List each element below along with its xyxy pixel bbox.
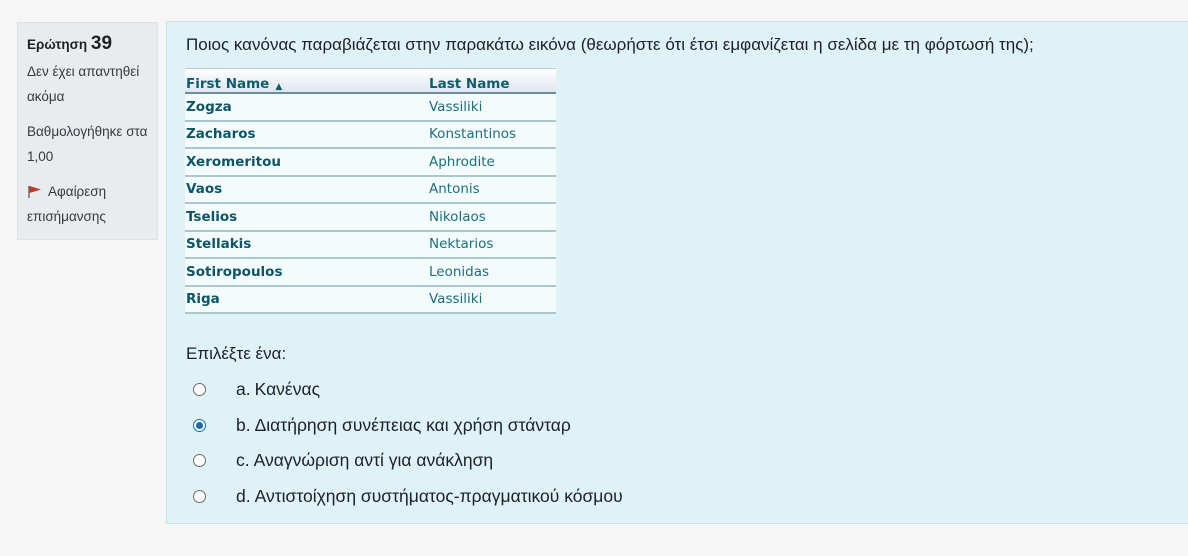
first-name-cell: Tselios: [186, 208, 238, 225]
last-name-cell: Antonis: [429, 181, 480, 198]
table-row: Stellakis Nektarios: [185, 231, 556, 259]
answer-c-radio[interactable]: [193, 454, 206, 468]
table-header: First Name ▲ Last Name: [185, 69, 556, 94]
first-name-cell: Vaos: [186, 181, 223, 198]
answer-prompt: Επιλέξτε ένα:: [186, 344, 287, 363]
last-name-cell: Aphrodite: [429, 153, 495, 170]
table-row: Zacharos Konstantinos: [185, 121, 556, 149]
question-info-panel: Ερώτηση 39 Δεν έχει απαντηθεί ακόμα Βαθμ…: [17, 22, 158, 240]
last-name-cell: Nektarios: [429, 236, 494, 253]
table-row: Xeromeritou Aphrodite: [185, 149, 556, 177]
last-name-cell: Konstantinos: [429, 126, 517, 143]
last-name-cell: Nikolaos: [429, 208, 486, 225]
names-table-image: First Name ▲ Last Name Zogza Vassiliki Za…: [185, 68, 556, 314]
answer-option-a[interactable]: a. Κανένας: [193, 372, 623, 408]
first-name-cell: Riga: [186, 291, 220, 308]
question-label: Ερώτηση: [27, 37, 88, 52]
header-last-name: Last Name: [429, 76, 510, 92]
answer-text: Διατήρηση συνέπειας και χρήση στάνταρ: [254, 414, 571, 435]
answer-letter: d.: [236, 485, 251, 506]
flag-icon: [27, 181, 43, 198]
question-text: Ποιος κανόνας παραβιάζεται στην παρακάτω…: [186, 35, 1034, 54]
table-row: Riga Vassiliki: [185, 286, 556, 312]
first-name-cell: Sotiropoulos: [186, 263, 283, 280]
answer-option-c[interactable]: c. Αναγνώριση αντί για ανάκληση: [193, 443, 623, 479]
answer-options: a. Κανένας b. Διατήρηση συνέπειας και χρ…: [193, 372, 623, 514]
answer-letter: c.: [236, 450, 250, 471]
remove-flag-link[interactable]: Αφαίρεση επισήμανσης: [27, 179, 148, 229]
question-content: Ποιος κανόνας παραβιάζεται στην παρακάτω…: [166, 21, 1188, 524]
table-row: Zogza Vassiliki: [185, 94, 556, 122]
question-grade: Βαθμολογήθηκε στα 1,00: [27, 124, 148, 164]
sort-ascending-icon: ▲: [275, 82, 283, 92]
first-name-cell: Stellakis: [186, 236, 252, 253]
question-number: 39: [90, 33, 113, 54]
answer-letter: a.: [236, 379, 251, 400]
answer-a-radio[interactable]: [193, 383, 206, 397]
last-name-cell: Leonidas: [429, 263, 490, 280]
answer-text: Κανένας: [254, 379, 321, 400]
answer-text: Αναγνώριση αντί για ανάκληση: [253, 450, 494, 471]
header-first-name-label: First Name: [186, 76, 270, 92]
answer-d-radio[interactable]: [193, 489, 206, 503]
answer-letter: b.: [236, 414, 251, 435]
question-state: Δεν έχει απαντηθεί ακόμα: [27, 64, 140, 104]
first-name-cell: Xeromeritou: [186, 153, 281, 170]
table-row: Sotiropoulos Leonidas: [185, 259, 556, 287]
answer-option-b[interactable]: b. Διατήρηση συνέπειας και χρήση στάνταρ: [193, 408, 623, 444]
first-name-cell: Zogza: [186, 98, 232, 115]
question-number-heading: Ερώτηση 39: [27, 31, 148, 57]
answer-b-radio[interactable]: [193, 418, 206, 432]
table-row: Tselios Nikolaos: [185, 204, 556, 232]
first-name-cell: Zacharos: [186, 126, 256, 143]
header-first-name: First Name ▲: [185, 69, 429, 92]
table-row: Vaos Antonis: [185, 176, 556, 204]
answer-option-d[interactable]: d. Αντιστοίχηση συστήματος-πραγματικού κ…: [193, 479, 623, 515]
last-name-cell: Vassiliki: [429, 98, 483, 115]
answer-text: Αντιστοίχηση συστήματος-πραγματικού κόσμ…: [254, 485, 623, 506]
last-name-cell: Vassiliki: [429, 291, 483, 308]
